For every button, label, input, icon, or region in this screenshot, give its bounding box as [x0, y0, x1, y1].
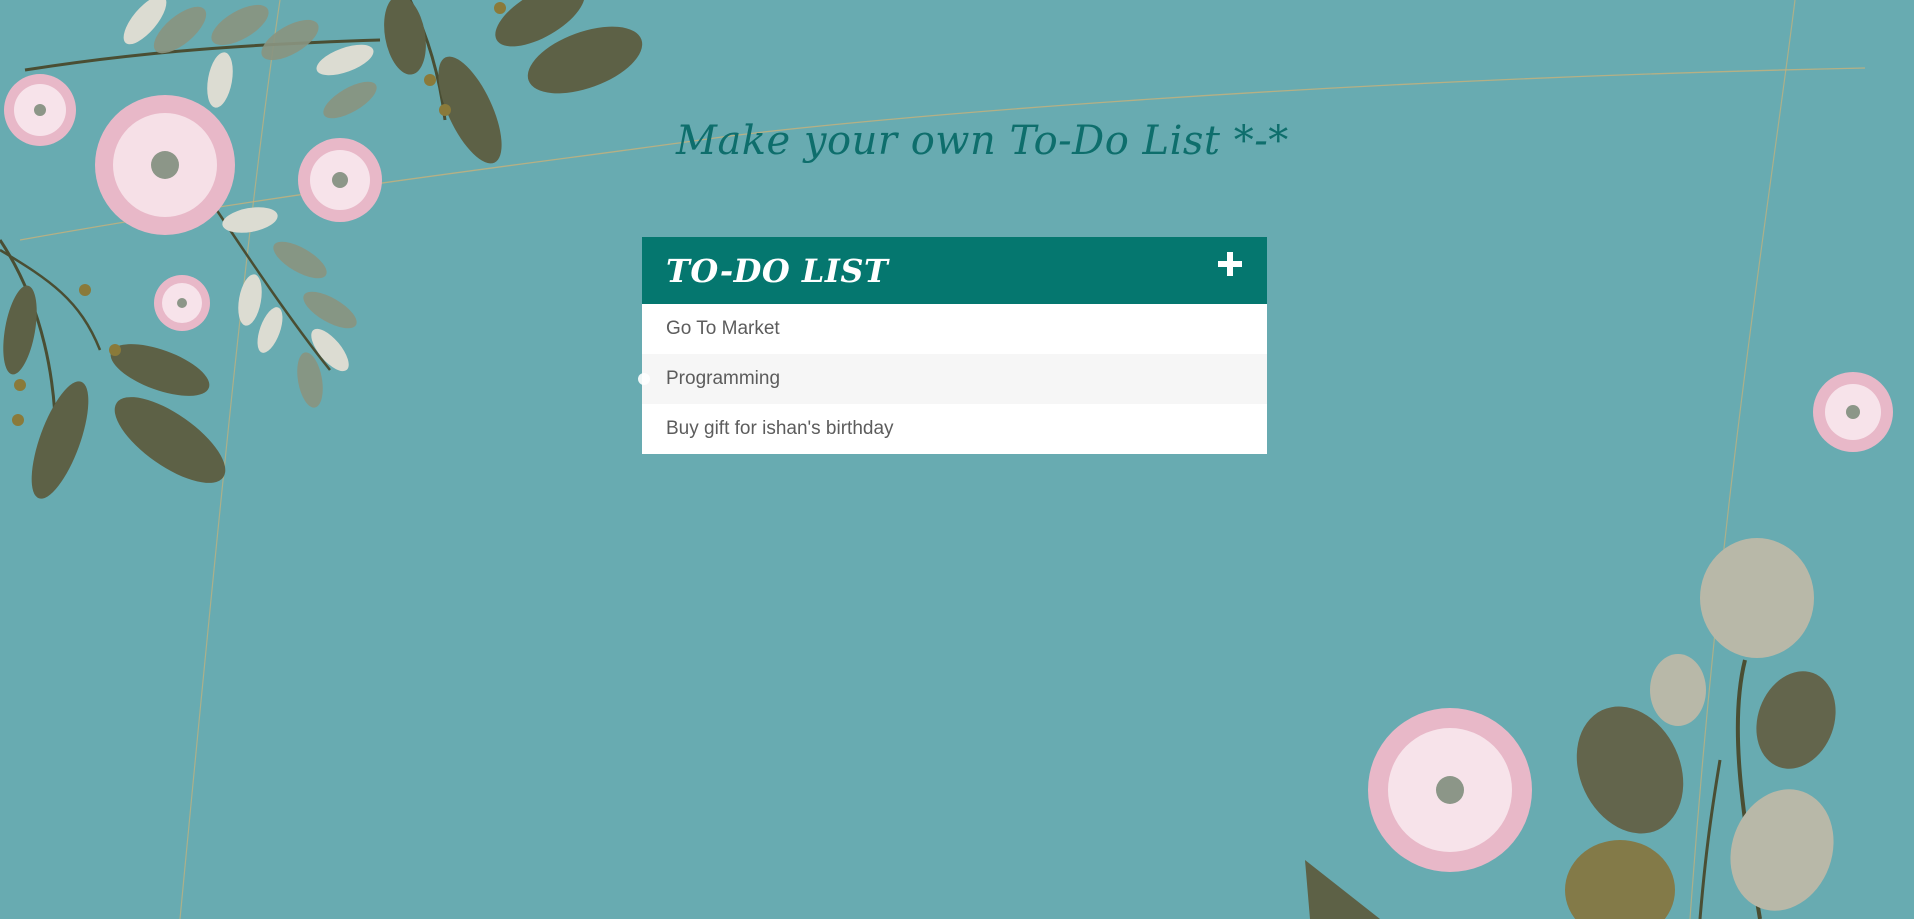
list-item[interactable]: Programming [638, 354, 1267, 404]
todo-item-label: Buy gift for ishan's birthday [666, 418, 894, 439]
plus-icon [1218, 252, 1242, 276]
add-task-button[interactable] [1215, 249, 1245, 279]
todo-card: TO-DO LIST Go To Market Programming Buy … [638, 237, 1267, 454]
delete-handle-icon[interactable] [638, 373, 650, 385]
todo-item-label: Go To Market [666, 318, 780, 339]
todo-list: Go To Market Programming Buy gift for is… [638, 304, 1267, 454]
list-item[interactable]: Go To Market [642, 304, 1267, 354]
todo-item-label: Programming [666, 368, 781, 389]
list-item[interactable]: Buy gift for ishan's birthday [642, 404, 1267, 454]
page-title: Make your own To-Do List *-* [676, 118, 1289, 164]
todo-heading: TO-DO LIST [666, 251, 889, 290]
todo-header: TO-DO LIST [642, 237, 1267, 304]
